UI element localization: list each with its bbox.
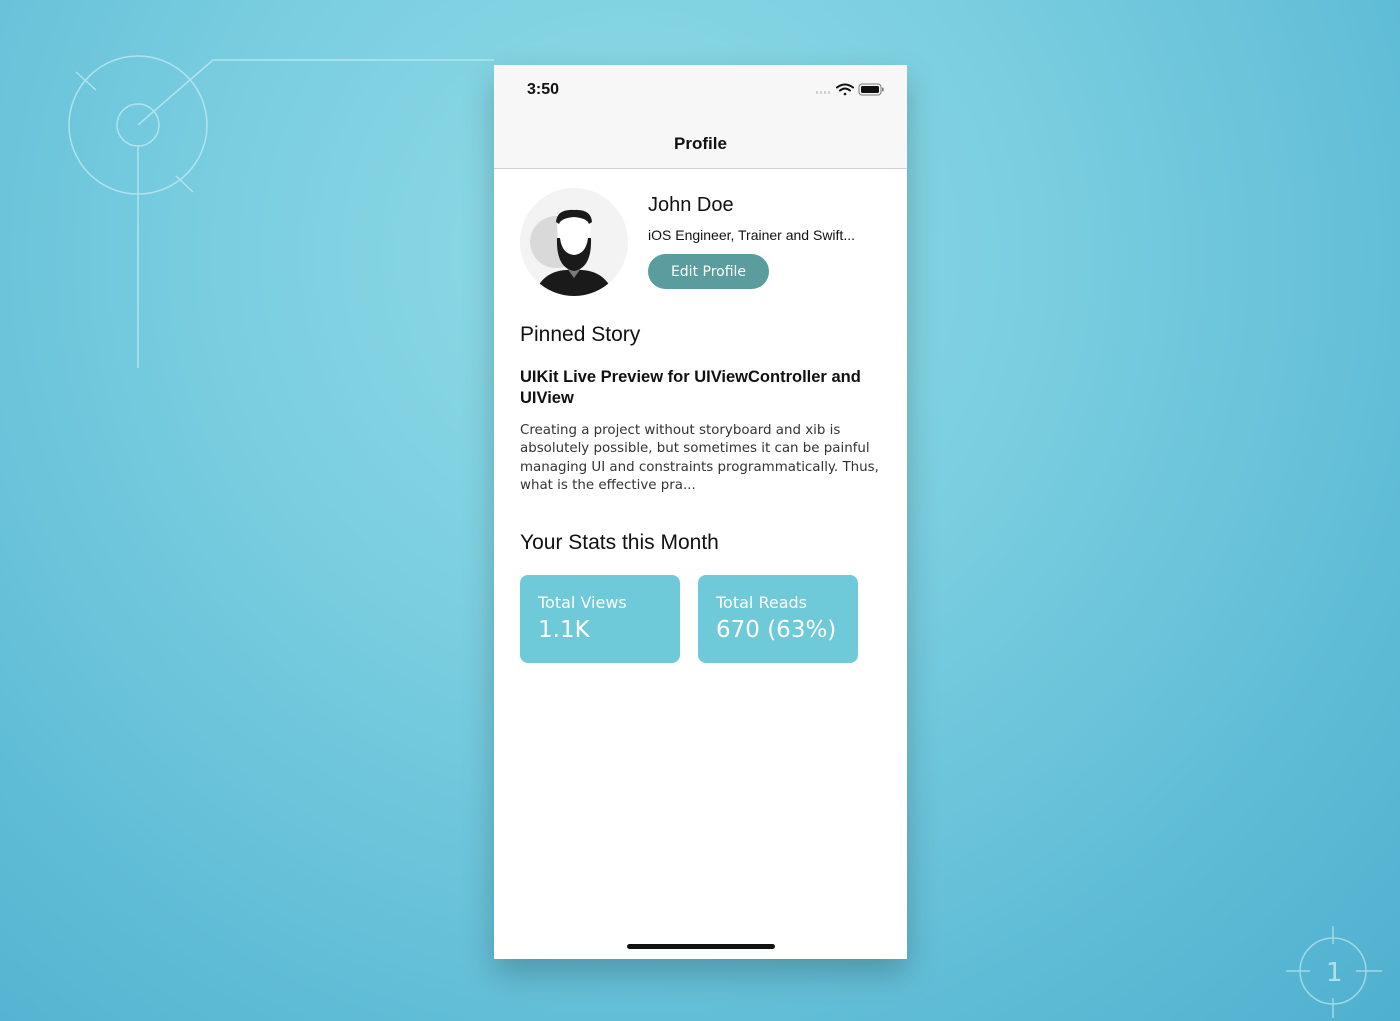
total-views-card[interactable]: Total Views 1.1K xyxy=(520,575,680,663)
pinned-story-heading: Pinned Story xyxy=(520,323,641,346)
total-reads-card[interactable]: Total Reads 670 (63%) xyxy=(698,575,858,663)
stat-label: Total Views xyxy=(538,593,627,612)
bearded-man-avatar-icon xyxy=(520,188,628,296)
status-time: 3:50 xyxy=(527,81,560,98)
avatar xyxy=(520,188,628,296)
page-title: Profile xyxy=(674,134,727,153)
background-badge-number: 1 xyxy=(1326,958,1343,988)
stat-value: 670 (63%) xyxy=(716,617,837,643)
phone-screen: 3:50 Profile John Doe iOS Engineer, Trai… xyxy=(494,65,907,959)
battery-icon xyxy=(858,83,884,96)
status-icons xyxy=(816,83,884,96)
edit-profile-button[interactable]: Edit Profile xyxy=(648,254,769,289)
home-indicator[interactable] xyxy=(627,944,775,949)
navigation-bar: 3:50 Profile xyxy=(494,65,907,169)
story-excerpt: Creating a project without storyboard an… xyxy=(520,423,879,493)
cellular-signal-icon xyxy=(816,91,830,94)
profile-bio: iOS Engineer, Trainer and Swift... xyxy=(648,227,855,243)
stat-label: Total Reads xyxy=(716,593,807,612)
stat-value: 1.1K xyxy=(538,617,590,643)
wifi-icon xyxy=(836,83,854,96)
profile-name: John Doe xyxy=(648,194,734,216)
story-title[interactable]: UIKit Live Preview for UIViewController … xyxy=(520,367,870,409)
stats-heading: Your Stats this Month xyxy=(520,531,719,554)
